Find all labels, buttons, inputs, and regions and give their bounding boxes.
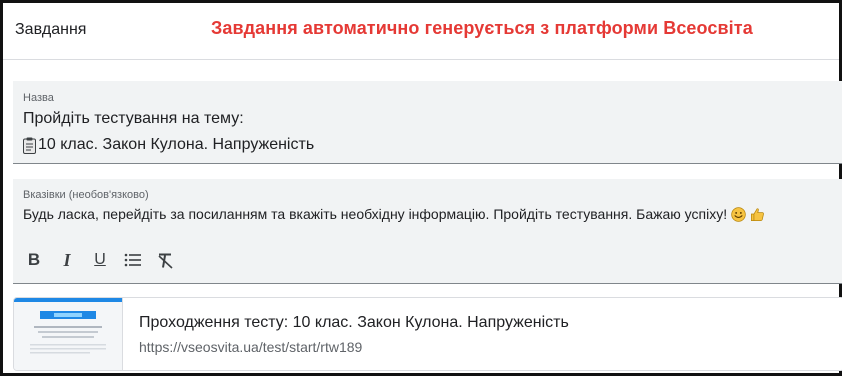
title-field[interactable]: Назва Пройдіть тестування на тему: 10 кл… bbox=[13, 81, 842, 164]
form-header: Завдання Завдання автоматично генеруєтьс… bbox=[3, 3, 839, 60]
clear-formatting-icon bbox=[158, 253, 173, 269]
clipboard-icon bbox=[23, 137, 36, 154]
formatting-toolbar: B I U bbox=[23, 247, 188, 273]
description-field[interactable]: Вказівки (необов'язково) Будь ласка, пер… bbox=[13, 179, 842, 284]
attachment-thumbnail bbox=[14, 298, 123, 370]
title-line-2-text: 10 клас. Закон Кулона. Напруженість bbox=[38, 136, 315, 153]
clear-formatting-button[interactable] bbox=[155, 249, 177, 271]
bulleted-list-button[interactable] bbox=[122, 249, 144, 271]
attachment-url[interactable]: https://vseosvita.ua/test/start/rtw189 bbox=[139, 339, 362, 355]
smile-emoji-icon bbox=[731, 206, 746, 222]
link-attachment[interactable]: Проходження тесту: 10 клас. Закон Кулона… bbox=[13, 297, 842, 371]
title-field-label: Назва bbox=[23, 92, 54, 104]
underline-button[interactable]: U bbox=[89, 249, 111, 271]
auto-generated-notice: Завдання автоматично генерується з платф… bbox=[211, 18, 753, 38]
page-title: Завдання bbox=[15, 21, 87, 38]
title-line-2: 10 клас. Закон Кулона. Напруженість bbox=[23, 136, 314, 154]
description-field-label: Вказівки (необов'язково) bbox=[23, 189, 149, 201]
bulleted-list-icon bbox=[124, 253, 141, 267]
page-thumbnail-icon bbox=[14, 298, 122, 370]
italic-button[interactable]: I bbox=[56, 249, 78, 271]
attachment-title[interactable]: Проходження тесту: 10 клас. Закон Кулона… bbox=[139, 314, 569, 332]
bold-button[interactable]: B bbox=[23, 249, 45, 271]
description-text: Будь ласка, перейдіть за посиланням та в… bbox=[23, 206, 728, 222]
thumbs-up-emoji-icon bbox=[751, 207, 764, 221]
description-text-line: Будь ласка, перейдіть за посиланням та в… bbox=[23, 206, 765, 222]
assignment-form: Завдання Завдання автоматично генеруєтьс… bbox=[0, 0, 842, 376]
title-line-1: Пройдіть тестування на тему: bbox=[23, 110, 244, 127]
